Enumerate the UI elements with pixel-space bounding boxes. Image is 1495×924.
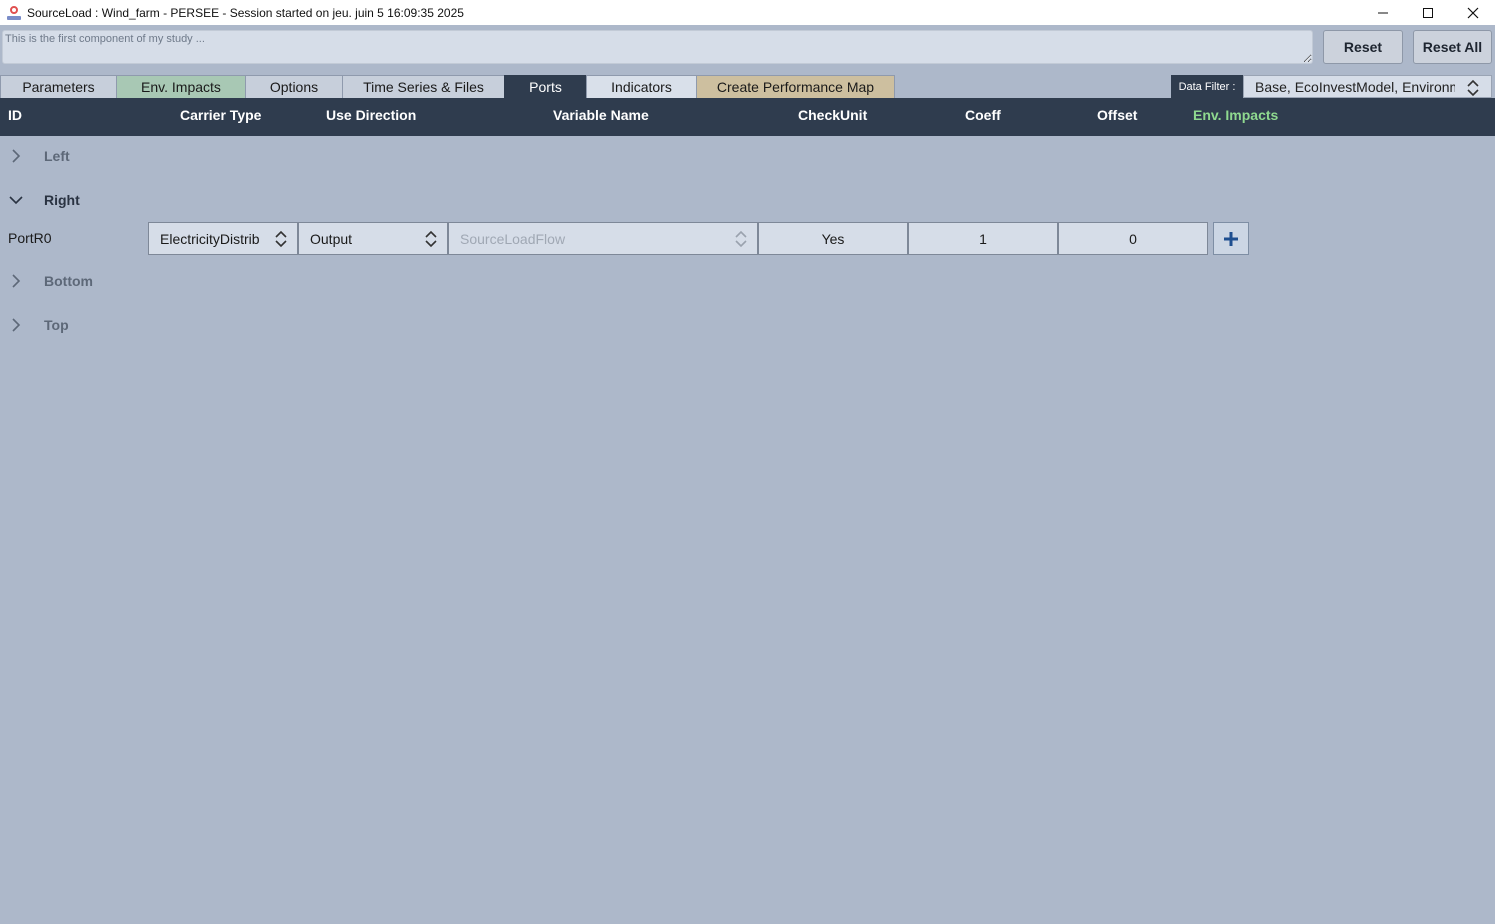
data-filter-value: Base, EcoInvestModel, Environm <box>1255 78 1455 95</box>
maximize-button[interactable] <box>1405 0 1450 25</box>
chevron-down-icon <box>0 188 32 212</box>
close-button[interactable] <box>1450 0 1495 25</box>
column-variable-name: Variable Name <box>553 107 649 123</box>
window-controls <box>1360 0 1495 25</box>
port-id: PortR0 <box>8 230 52 246</box>
chevron-right-icon <box>0 313 32 337</box>
tab-bar: Parameters Env. Impacts Options Time Ser… <box>0 75 895 98</box>
description-input[interactable]: This is the first component of my study … <box>2 30 1313 64</box>
column-check-unit: CheckUnit <box>798 107 868 123</box>
section-top[interactable]: Top <box>0 313 69 337</box>
use-direction-value: Output <box>310 230 353 247</box>
close-icon <box>1467 7 1478 18</box>
column-carrier-type: Carrier Type <box>180 107 262 123</box>
window-title: SourceLoad : Wind_farm - PERSEE - Sessio… <box>27 5 464 20</box>
column-offset: Offset <box>1097 107 1138 123</box>
reset-button[interactable]: Reset <box>1323 30 1403 64</box>
minimize-button[interactable] <box>1360 0 1405 25</box>
updown-icon <box>425 230 437 248</box>
section-left-label: Left <box>44 148 70 164</box>
plus-icon <box>1224 231 1238 246</box>
variable-name-value: SourceLoadFlow <box>460 230 566 247</box>
data-filter-label: Data Filter : <box>1171 75 1243 98</box>
column-env-impacts: Env. Impacts <box>1193 107 1279 123</box>
offset-field[interactable]: 0 <box>1058 222 1208 255</box>
table-header: ID Carrier Type Use Direction Variable N… <box>0 98 1495 136</box>
tab-parameters[interactable]: Parameters <box>0 75 116 98</box>
section-bottom-label: Bottom <box>44 273 93 289</box>
chevron-right-icon <box>0 269 32 293</box>
minimize-icon <box>1377 12 1388 13</box>
section-top-label: Top <box>44 317 69 333</box>
tab-create-performance-map[interactable]: Create Performance Map <box>696 75 895 98</box>
coeff-field[interactable]: 1 <box>908 222 1058 255</box>
maximize-icon <box>1422 7 1433 18</box>
reset-all-button[interactable]: Reset All <box>1413 30 1492 64</box>
tab-env-impacts[interactable]: Env. Impacts <box>116 75 245 98</box>
section-right[interactable]: Right <box>0 188 80 212</box>
check-unit-cell[interactable]: Yes <box>758 222 908 255</box>
tab-ports[interactable]: Ports <box>504 75 586 98</box>
carrier-type-value: ElectricityDistrib <box>160 230 260 247</box>
updown-icon <box>1467 79 1479 97</box>
section-bottom[interactable]: Bottom <box>0 269 93 293</box>
updown-icon <box>735 230 747 248</box>
updown-icon <box>275 230 287 248</box>
column-id: ID <box>8 107 22 123</box>
chevron-right-icon <box>0 144 32 168</box>
column-coeff: Coeff <box>965 107 1001 123</box>
variable-name-select[interactable]: SourceLoadFlow <box>448 222 758 255</box>
section-left[interactable]: Left <box>0 144 70 168</box>
data-filter-select[interactable]: Base, EcoInvestModel, Environm <box>1243 75 1492 98</box>
column-use-direction: Use Direction <box>326 107 417 123</box>
tab-time-series-files[interactable]: Time Series & Files <box>342 75 504 98</box>
title-bar: SourceLoad : Wind_farm - PERSEE - Sessio… <box>0 0 1495 25</box>
use-direction-select[interactable]: Output <box>298 222 448 255</box>
carrier-type-select[interactable]: ElectricityDistrib <box>148 222 298 255</box>
add-env-impact-button[interactable] <box>1213 222 1249 255</box>
section-right-label: Right <box>44 192 80 208</box>
tab-options[interactable]: Options <box>245 75 342 98</box>
tab-indicators[interactable]: Indicators <box>586 75 696 98</box>
app-icon <box>7 5 21 20</box>
